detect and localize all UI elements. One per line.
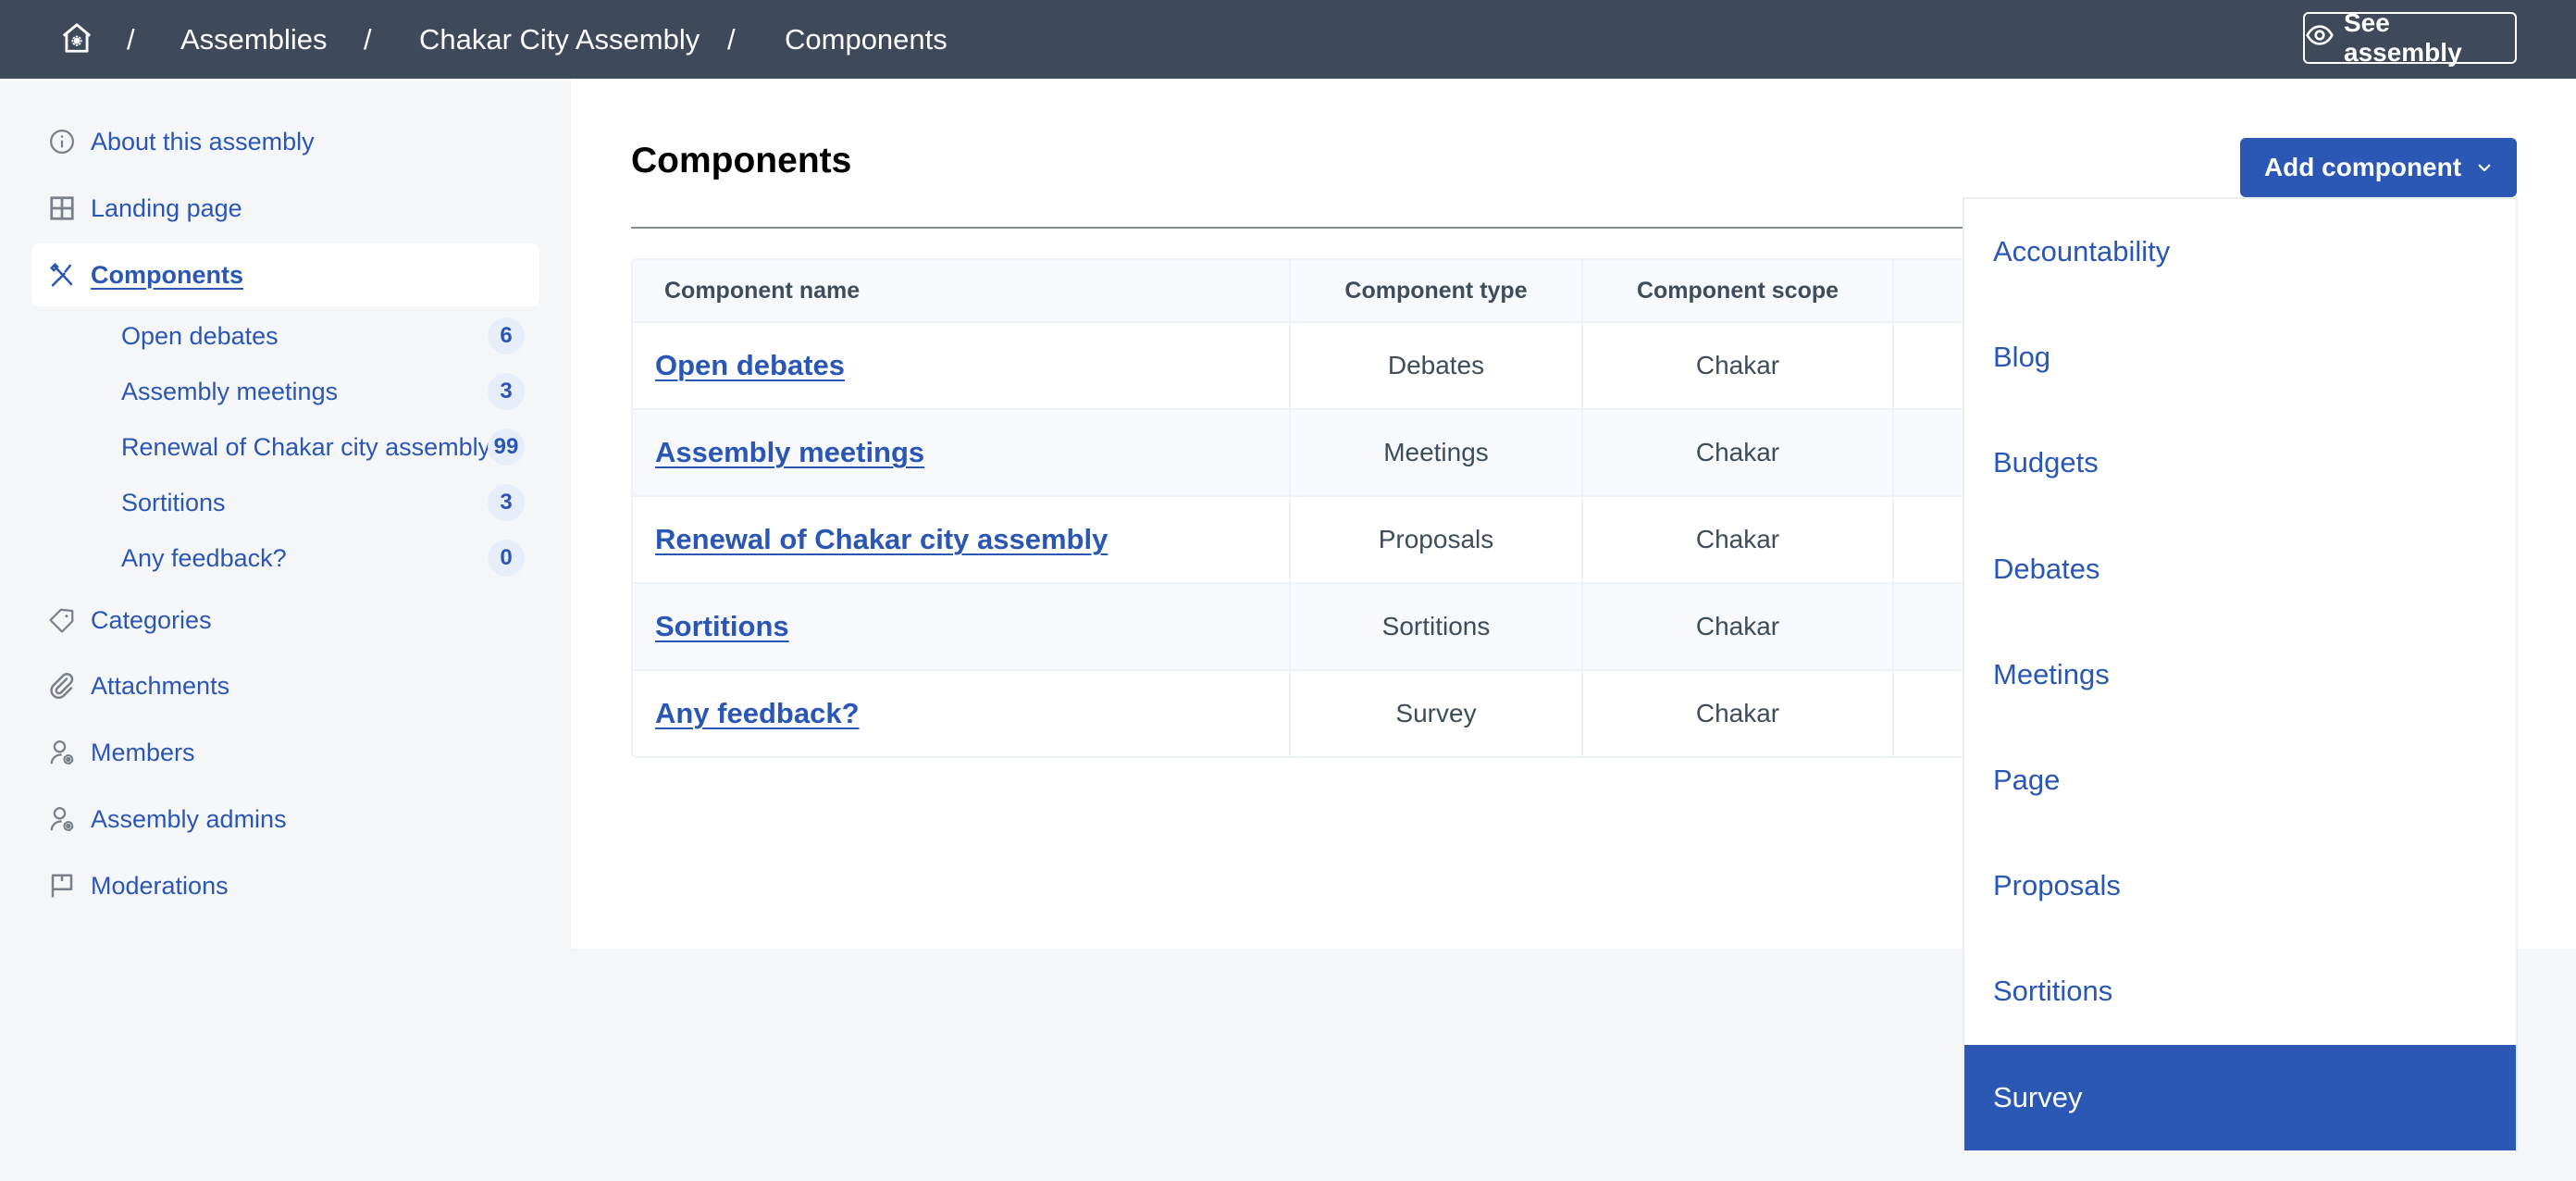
breadcrumb-separator: / — [127, 23, 135, 56]
add-component-button[interactable]: Add component — [2240, 138, 2517, 197]
sidebar-item-components[interactable]: Components — [31, 243, 539, 306]
count-badge: 6 — [488, 317, 525, 354]
component-name-link[interactable]: Open debates — [655, 349, 845, 382]
component-name-link[interactable]: Sortitions — [655, 610, 789, 643]
sidebar-item-about[interactable]: About this assembly — [31, 110, 539, 173]
tools-icon — [48, 261, 76, 289]
table-header-row: Component name Component type Component … — [633, 260, 2036, 321]
sidebar-item-attachments[interactable]: Attachments — [31, 654, 539, 717]
subitem-label: Any feedback? — [121, 543, 287, 572]
flag-icon — [48, 872, 76, 900]
paperclip-icon — [48, 672, 76, 700]
sidebar-subitem-open-debates[interactable]: Open debates 6 — [121, 310, 528, 362]
dropdown-item-blog[interactable]: Blog — [1964, 305, 2516, 410]
component-scope: Chakar — [1695, 351, 1780, 379]
sidebar-item-label: Attachments — [91, 671, 230, 700]
table-row: Assembly meetings Meetings Chakar — [633, 408, 2036, 495]
sidebar-item-moderations[interactable]: Moderations — [31, 854, 539, 917]
dropdown-item-budgets[interactable]: Budgets — [1964, 410, 2516, 516]
breadcrumb-assemblies[interactable]: Assemblies — [180, 0, 328, 79]
subitem-label: Assembly meetings — [121, 377, 339, 405]
component-scope: Chakar — [1695, 438, 1780, 466]
breadcrumb-chakar-city-assembly[interactable]: Chakar City Assembly — [419, 0, 700, 79]
dropdown-item-proposals[interactable]: Proposals — [1964, 833, 2516, 939]
add-component-label: Add component — [2263, 153, 2462, 181]
chevron-down-icon — [2476, 153, 2493, 182]
column-header-type[interactable]: Component type — [1289, 260, 1581, 321]
component-type: Proposals — [1378, 525, 1494, 553]
layout-icon — [48, 194, 76, 222]
title-divider — [631, 227, 1963, 229]
component-type: Meetings — [1383, 438, 1489, 466]
page-title: Components — [631, 141, 852, 180]
count-badge: 3 — [488, 484, 525, 521]
sidebar-subitem-renewal[interactable]: Renewal of Chakar city assembly 99 — [121, 421, 528, 473]
component-type: Survey — [1395, 699, 1477, 727]
table-row: Any feedback? Survey Chakar — [633, 669, 2036, 756]
table-row: Renewal of Chakar city assembly Proposal… — [633, 495, 2036, 582]
sidebar-item-categories[interactable]: Categories — [31, 589, 539, 652]
dropdown-item-survey[interactable]: Survey — [1964, 1044, 2516, 1150]
sidebar-item-landing-page[interactable]: Landing page — [31, 177, 539, 240]
tag-icon — [48, 606, 76, 634]
breadcrumb-separator: / — [364, 23, 372, 56]
sidebar-item-assembly-admins[interactable]: Assembly admins — [31, 788, 539, 851]
see-assembly-button[interactable]: See assembly — [2303, 8, 2517, 67]
dropdown-item-debates[interactable]: Debates — [1964, 516, 2516, 622]
column-header-name[interactable]: Component name — [633, 260, 1289, 321]
subitem-label: Sortitions — [121, 488, 226, 516]
eye-icon — [2305, 20, 2334, 56]
component-name-link[interactable]: Any feedback? — [655, 697, 860, 730]
user-settings-icon — [48, 805, 76, 833]
sidebar-item-members[interactable]: Members — [31, 721, 539, 784]
components-table: Component name Component type Component … — [631, 258, 2037, 758]
add-component-dropdown: Accountability Blog Budgets Debates Meet… — [1963, 197, 2518, 1150]
breadcrumb-components[interactable]: Components — [785, 0, 947, 79]
top-bar: / Assemblies / Chakar City Assembly / Co… — [0, 0, 2576, 79]
sidebar-item-label: Assembly admins — [91, 804, 287, 833]
component-name-link[interactable]: Renewal of Chakar city assembly — [655, 523, 1108, 556]
sidebar-item-label: Components — [91, 260, 243, 289]
dropdown-item-sortitions[interactable]: Sortitions — [1964, 939, 2516, 1044]
component-type: Debates — [1387, 351, 1485, 379]
table-row: Open debates Debates Chakar — [633, 321, 2036, 408]
count-badge: 99 — [488, 429, 525, 466]
sidebar-subitem-any-feedback[interactable]: Any feedback? 0 — [121, 532, 528, 584]
dropdown-item-accountability[interactable]: Accountability — [1964, 199, 2516, 305]
sidebar-item-label: Landing page — [91, 193, 242, 222]
sidebar-subitem-sortitions[interactable]: Sortitions 3 — [121, 477, 528, 528]
home-icon[interactable] — [59, 20, 94, 56]
sidebar-item-label: About this assembly — [91, 127, 315, 155]
component-scope: Chakar — [1695, 612, 1780, 640]
count-badge: 3 — [488, 373, 525, 410]
see-assembly-label: See assembly — [2344, 8, 2462, 67]
sidebar-item-label: Moderations — [91, 871, 229, 900]
subitem-label: Open debates — [121, 321, 279, 350]
component-scope: Chakar — [1695, 525, 1780, 553]
column-header-scope[interactable]: Component scope — [1581, 260, 1892, 321]
breadcrumb-separator: / — [727, 23, 736, 56]
component-type: Sortitions — [1381, 612, 1491, 640]
dropdown-item-meetings[interactable]: Meetings — [1964, 622, 2516, 727]
component-name-link[interactable]: Assembly meetings — [655, 436, 924, 469]
sidebar-item-label: Categories — [91, 605, 212, 634]
sidebar-subitem-assembly-meetings[interactable]: Assembly meetings 3 — [121, 366, 528, 417]
component-scope: Chakar — [1695, 699, 1780, 727]
count-badge: 0 — [488, 540, 525, 577]
dropdown-item-page[interactable]: Page — [1964, 727, 2516, 833]
user-settings-icon — [48, 739, 76, 766]
info-icon — [48, 128, 76, 155]
table-row: Sortitions Sortitions Chakar — [633, 582, 2036, 669]
sidebar-item-label: Members — [91, 738, 195, 766]
subitem-label: Renewal of Chakar city assembly — [121, 432, 491, 461]
